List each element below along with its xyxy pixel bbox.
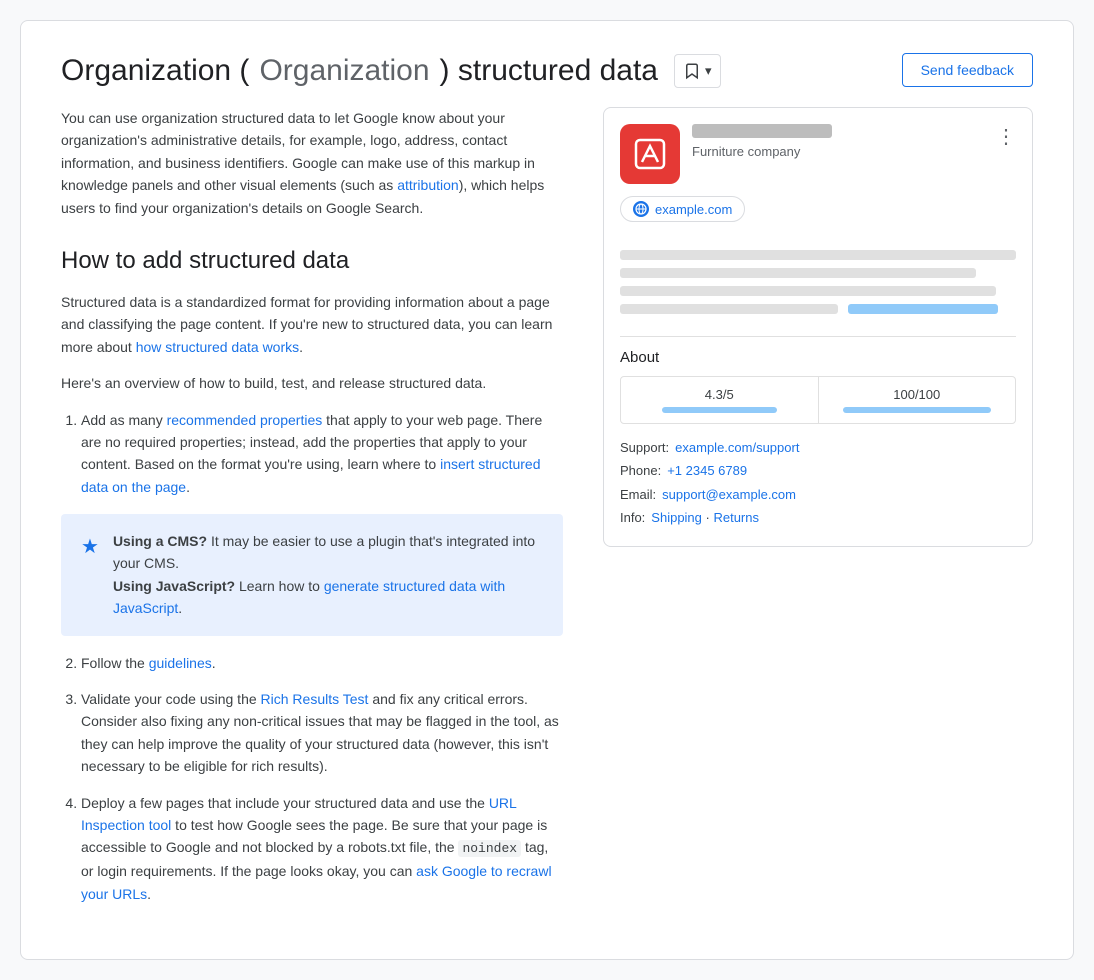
rating-value-2: 100/100 (835, 387, 1000, 402)
url-chip[interactable]: example.com (620, 196, 745, 222)
left-column: You can use organization structured data… (61, 107, 563, 919)
phone-link[interactable]: +1 2345 6789 (667, 459, 747, 482)
right-column: Furniture company ⋮ e (603, 107, 1033, 547)
rating-bar-2 (843, 407, 991, 413)
support-label: Support: (620, 436, 669, 459)
shipping-link[interactable]: Shipping (651, 510, 702, 525)
email-label: Email: (620, 483, 656, 506)
card-divider (620, 336, 1016, 337)
placeholder-line (620, 304, 838, 314)
header-row: Organization (Organization) structured d… (61, 53, 1033, 89)
page-container: Organization (Organization) structured d… (20, 20, 1074, 960)
body-para-1: Structured data is a standardized format… (61, 291, 563, 358)
about-label: About (620, 349, 1016, 366)
rating-cell-2: 100/100 (818, 377, 1016, 423)
placeholder-button (848, 304, 998, 314)
card-header: Furniture company ⋮ (620, 124, 1016, 184)
how-structured-data-link[interactable]: how structured data works (136, 339, 299, 355)
email-row: Email: support@example.com (620, 483, 1016, 506)
bookmark-dropdown-arrow: ▾ (705, 63, 712, 79)
card-info: Furniture company (692, 124, 1016, 159)
organization-subtitle: Furniture company (692, 144, 1016, 159)
more-options-button[interactable]: ⋮ (996, 124, 1016, 149)
support-link[interactable]: example.com/support (675, 436, 799, 459)
recommended-properties-link[interactable]: recommended properties (167, 412, 323, 428)
card-details: Support: example.com/support Phone: +1 2… (620, 436, 1016, 530)
logo-icon (632, 136, 668, 172)
globe-svg (635, 203, 647, 215)
phone-label: Phone: (620, 459, 661, 482)
star-icon: ★ (81, 531, 99, 563)
placeholder-line (620, 250, 1016, 260)
list-item: Validate your code using the Rich Result… (81, 688, 563, 778)
list-item: Deploy a few pages that include your str… (81, 792, 563, 905)
list-item: Follow the guidelines. (81, 652, 563, 674)
returns-link[interactable]: Returns (713, 510, 759, 525)
rating-bar-1 (662, 407, 777, 413)
noindex-code: noindex (458, 840, 521, 857)
rating-cell-1: 4.3/5 (621, 377, 818, 423)
globe-icon (633, 201, 649, 217)
placeholder-line (620, 286, 996, 296)
list-item: Add as many recommended properties that … (81, 409, 563, 636)
cms-tip-box: ★ Using a CMS? It may be easier to use a… (61, 514, 563, 636)
placeholder-line-row (620, 304, 1016, 322)
organization-logo (620, 124, 680, 184)
bookmark-icon (683, 62, 701, 80)
knowledge-panel-card: Furniture company ⋮ e (603, 107, 1033, 547)
phone-row: Phone: +1 2345 6789 (620, 459, 1016, 482)
body-para-2: Here's an overview of how to build, test… (61, 372, 563, 394)
page-title: Organization (Organization) structured d… (61, 53, 658, 89)
guidelines-link[interactable]: guidelines (149, 655, 212, 671)
placeholder-line (620, 268, 976, 278)
email-link[interactable]: support@example.com (662, 483, 796, 506)
ratings-section: 4.3/5 100/100 (620, 376, 1016, 424)
url-text: example.com (655, 202, 732, 217)
header-right: Send feedback (902, 53, 1033, 87)
main-content: You can use organization structured data… (61, 107, 1033, 919)
content-placeholder-lines (620, 250, 1016, 322)
intro-paragraph: You can use organization structured data… (61, 107, 563, 219)
bookmark-button[interactable]: ▾ (674, 54, 721, 88)
rich-results-test-link[interactable]: Rich Results Test (261, 691, 369, 707)
name-bar-placeholder (692, 124, 832, 138)
cms-tip-text: Using a CMS? It may be easier to use a p… (113, 530, 543, 620)
info-row: Info: Shipping · Returns (620, 506, 1016, 529)
section-heading-how-to: How to add structured data (61, 247, 563, 275)
attribution-link[interactable]: attribution (397, 177, 458, 193)
support-row: Support: example.com/support (620, 436, 1016, 459)
steps-list: Add as many recommended properties that … (61, 409, 563, 905)
send-feedback-button[interactable]: Send feedback (902, 53, 1033, 87)
rating-value-1: 4.3/5 (637, 387, 802, 402)
info-label: Info: (620, 506, 645, 529)
